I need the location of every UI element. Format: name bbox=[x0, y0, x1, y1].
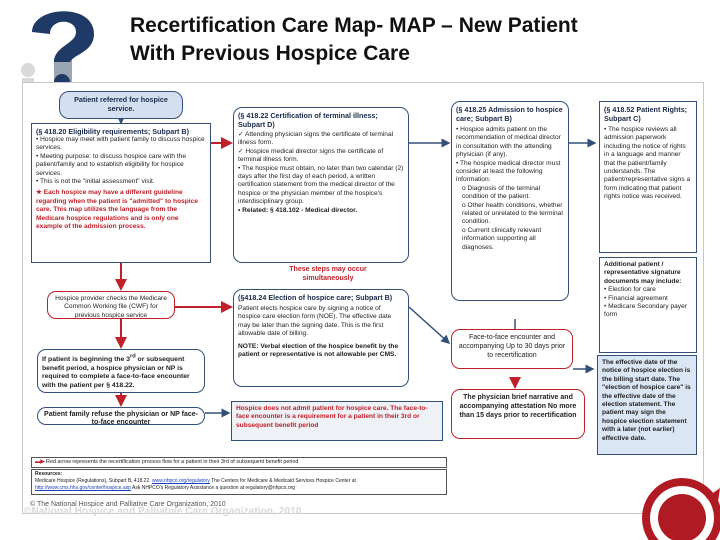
page-title: Recertification Care Map- MAP – New Pati… bbox=[130, 12, 690, 68]
certification-check-2: ✓ Hospice medical director signs the cer… bbox=[238, 148, 404, 165]
eligibility-bullet-2: • Meeting purpose: to discuss hospice ca… bbox=[36, 152, 187, 177]
resources-line-2-b: Ask NHPCO's Regulatory Assistance a ques… bbox=[132, 485, 296, 491]
nhpco-link[interactable]: www.nhpco.org/regulatory bbox=[152, 478, 210, 484]
admission-bullet-1-text: Hospice admits patient on the recommenda… bbox=[456, 126, 561, 159]
not-admit-box: Hospice does not admit patient for hospi… bbox=[231, 401, 443, 441]
election-note: NOTE: Verbal election of the hospice ben… bbox=[238, 342, 399, 359]
title-line-1: Recertification Care Map- MAP – New Pati… bbox=[130, 14, 578, 37]
certification-box: (§ 418.22 Certification of terminal illn… bbox=[233, 107, 409, 263]
signature-item-3-text: Medicare Secondary payer form bbox=[604, 303, 687, 319]
resources-line-1-a: Medicare Hospice (Regulations), Subpart … bbox=[35, 478, 151, 484]
admission-bullet-2-text: The hospice medical director must consid… bbox=[456, 159, 561, 184]
admission-sub-1: o Diagnosis of the terminal condition of… bbox=[462, 184, 541, 201]
patient-referred-box: Patient referred for hospice service. bbox=[59, 91, 183, 119]
admission-sub-2-text: Other health conditions, whether related… bbox=[462, 201, 563, 226]
signature-item-1: • Election for care bbox=[604, 286, 656, 294]
copyright-watermark: ©National Hospice and Palliative Care Or… bbox=[24, 506, 302, 517]
legend-note: ▬▶ Red arrow represents the recertificat… bbox=[31, 457, 447, 468]
not-admit-text: Hospice does not admit patient for hospi… bbox=[236, 405, 428, 429]
title-line-2: With Previous Hospice Care bbox=[130, 42, 410, 65]
seal-logo bbox=[628, 458, 720, 540]
effective-date-text: The effective date of the notice of hosp… bbox=[602, 359, 691, 442]
certification-related: • Related: § 418.102 - Medical director. bbox=[238, 206, 358, 214]
physician-narrative-text: The physician brief narrative and accomp… bbox=[459, 394, 577, 419]
cms-link[interactable]: http://www.cms.hhs.gov/center/hospice.as… bbox=[35, 485, 131, 491]
cwf-check-text: Hospice provider checks the Medicare Com… bbox=[55, 295, 167, 319]
eligibility-bullet-1-text: Hospice may meet with patient family to … bbox=[36, 136, 205, 152]
cwf-check-box: Hospice provider checks the Medicare Com… bbox=[47, 291, 175, 319]
face-to-face-box: Face-to-face encounter and accompanying … bbox=[451, 329, 573, 369]
legend-text: Red arrow represents the recertification… bbox=[46, 459, 299, 465]
resources-line-1-b: The Centers for Medicare & Medicaid Serv… bbox=[211, 478, 356, 484]
care-map: Patient referred for hospice service. (§… bbox=[22, 82, 704, 514]
legend-arrow-icon: ▬▶ bbox=[35, 459, 45, 465]
physician-narrative-box: The physician brief narrative and accomp… bbox=[451, 389, 585, 439]
eligibility-heading: (§ 418.20 Eligibility requirements; Subp… bbox=[36, 127, 189, 136]
additional-signatures-box: Additional patient / representative sign… bbox=[599, 257, 697, 353]
third-period-a: If patient is beginning the 3 bbox=[42, 356, 130, 364]
admission-sub-2: o Other health conditions, whether relat… bbox=[462, 201, 563, 226]
resources-box: Resources: Medicare Hospice (Regulations… bbox=[31, 469, 447, 495]
patient-rights-box: (§ 418.52 Patient Rights; Subpart C) • T… bbox=[599, 101, 697, 253]
certification-related-text: Related: § 418.102 - Medical director. bbox=[242, 206, 358, 214]
resources-label: Resources: bbox=[35, 471, 63, 477]
certification-check-1-text: Attending physician signs the certificat… bbox=[238, 131, 394, 147]
rights-bullet-1: • The hospice reviews all admission pape… bbox=[604, 126, 691, 201]
admission-sub-3: o Current clinically relevant informatio… bbox=[462, 226, 542, 251]
signature-item-1-text: Election for care bbox=[608, 286, 656, 294]
eligibility-star-text: Each hospice may have a different guidel… bbox=[36, 189, 198, 231]
election-box: (§418.24 Election of hospice care; Subpa… bbox=[233, 289, 409, 387]
admission-sub-1-text: Diagnosis of the terminal condition of t… bbox=[462, 184, 541, 201]
third-period-text: If patient is beginning the 3rd or subse… bbox=[42, 354, 190, 389]
check-icon: ✓ bbox=[238, 131, 244, 138]
certification-check-2-text: Hospice medical director signs the certi… bbox=[238, 147, 384, 164]
election-paragraph: Patient elects hospice care by signing a… bbox=[238, 305, 392, 338]
simultaneous-note: These steps may occur simultaneously bbox=[289, 266, 367, 282]
resources-line-2: http://www.cms.hhs.gov/center/hospice.as… bbox=[35, 485, 443, 492]
certification-bullet-3: • The hospice must obtain, no later than… bbox=[238, 164, 404, 206]
signature-item-2-text: Financial agreement bbox=[608, 294, 668, 302]
admission-bullet-2: • The hospice medical director must cons… bbox=[456, 159, 561, 184]
eligibility-bullet-2-text: Meeting purpose: to discuss hospice care… bbox=[36, 152, 187, 177]
election-heading: (§418.24 Election of hospice care; Subpa… bbox=[238, 293, 393, 302]
admission-heading: (§ 418.25 Admission to hospice care; Sub… bbox=[456, 105, 563, 123]
eligibility-box: (§ 418.20 Eligibility requirements; Subp… bbox=[31, 123, 211, 263]
eligibility-star-note: ★ Each hospice may have a different guid… bbox=[36, 189, 206, 231]
certification-check-1: ✓ Attending physician signs the certific… bbox=[238, 131, 404, 148]
admission-sub-3-text: Current clinically relevant information … bbox=[462, 226, 542, 251]
patient-referred-text: Patient referred for hospice service. bbox=[74, 95, 168, 113]
certification-bullet-3-text: The hospice must obtain, no later than t… bbox=[238, 164, 404, 206]
signature-item-3: • Medicare Secondary payer form bbox=[604, 303, 687, 319]
eligibility-bullet-3: • This is not the "initial assessment" v… bbox=[36, 178, 155, 186]
refuse-box: Patient family refuse the physician or N… bbox=[37, 407, 205, 425]
admission-box: (§ 418.25 Admission to hospice care; Sub… bbox=[451, 101, 569, 301]
eligibility-bullet-1: • Hospice may meet with patient family t… bbox=[36, 136, 205, 152]
rights-bullet-1-text: The hospice reviews all admission paperw… bbox=[604, 126, 691, 201]
check-icon: ✓ bbox=[238, 147, 244, 155]
additional-signatures-heading: Additional patient / representative sign… bbox=[604, 261, 682, 285]
rights-heading: (§ 418.52 Patient Rights; Subpart C) bbox=[604, 105, 688, 123]
refuse-text: Patient family refuse the physician or N… bbox=[44, 411, 198, 425]
signature-item-2: • Financial agreement bbox=[604, 294, 668, 302]
face-to-face-text: Face-to-face encounter and accompanying … bbox=[458, 334, 566, 359]
star-icon: ★ bbox=[36, 189, 42, 197]
admission-bullet-1: • Hospice admits patient on the recommen… bbox=[456, 126, 561, 159]
third-benefit-period-box: If patient is beginning the 3rd or subse… bbox=[37, 349, 205, 393]
resources-line-1: Medicare Hospice (Regulations), Subpart … bbox=[35, 478, 443, 485]
effective-date-box: The effective date of the notice of hosp… bbox=[597, 355, 697, 455]
certification-heading: (§ 418.22 Certification of terminal illn… bbox=[238, 111, 378, 129]
eligibility-bullet-3-text: This is not the "initial assessment" vis… bbox=[40, 178, 155, 186]
